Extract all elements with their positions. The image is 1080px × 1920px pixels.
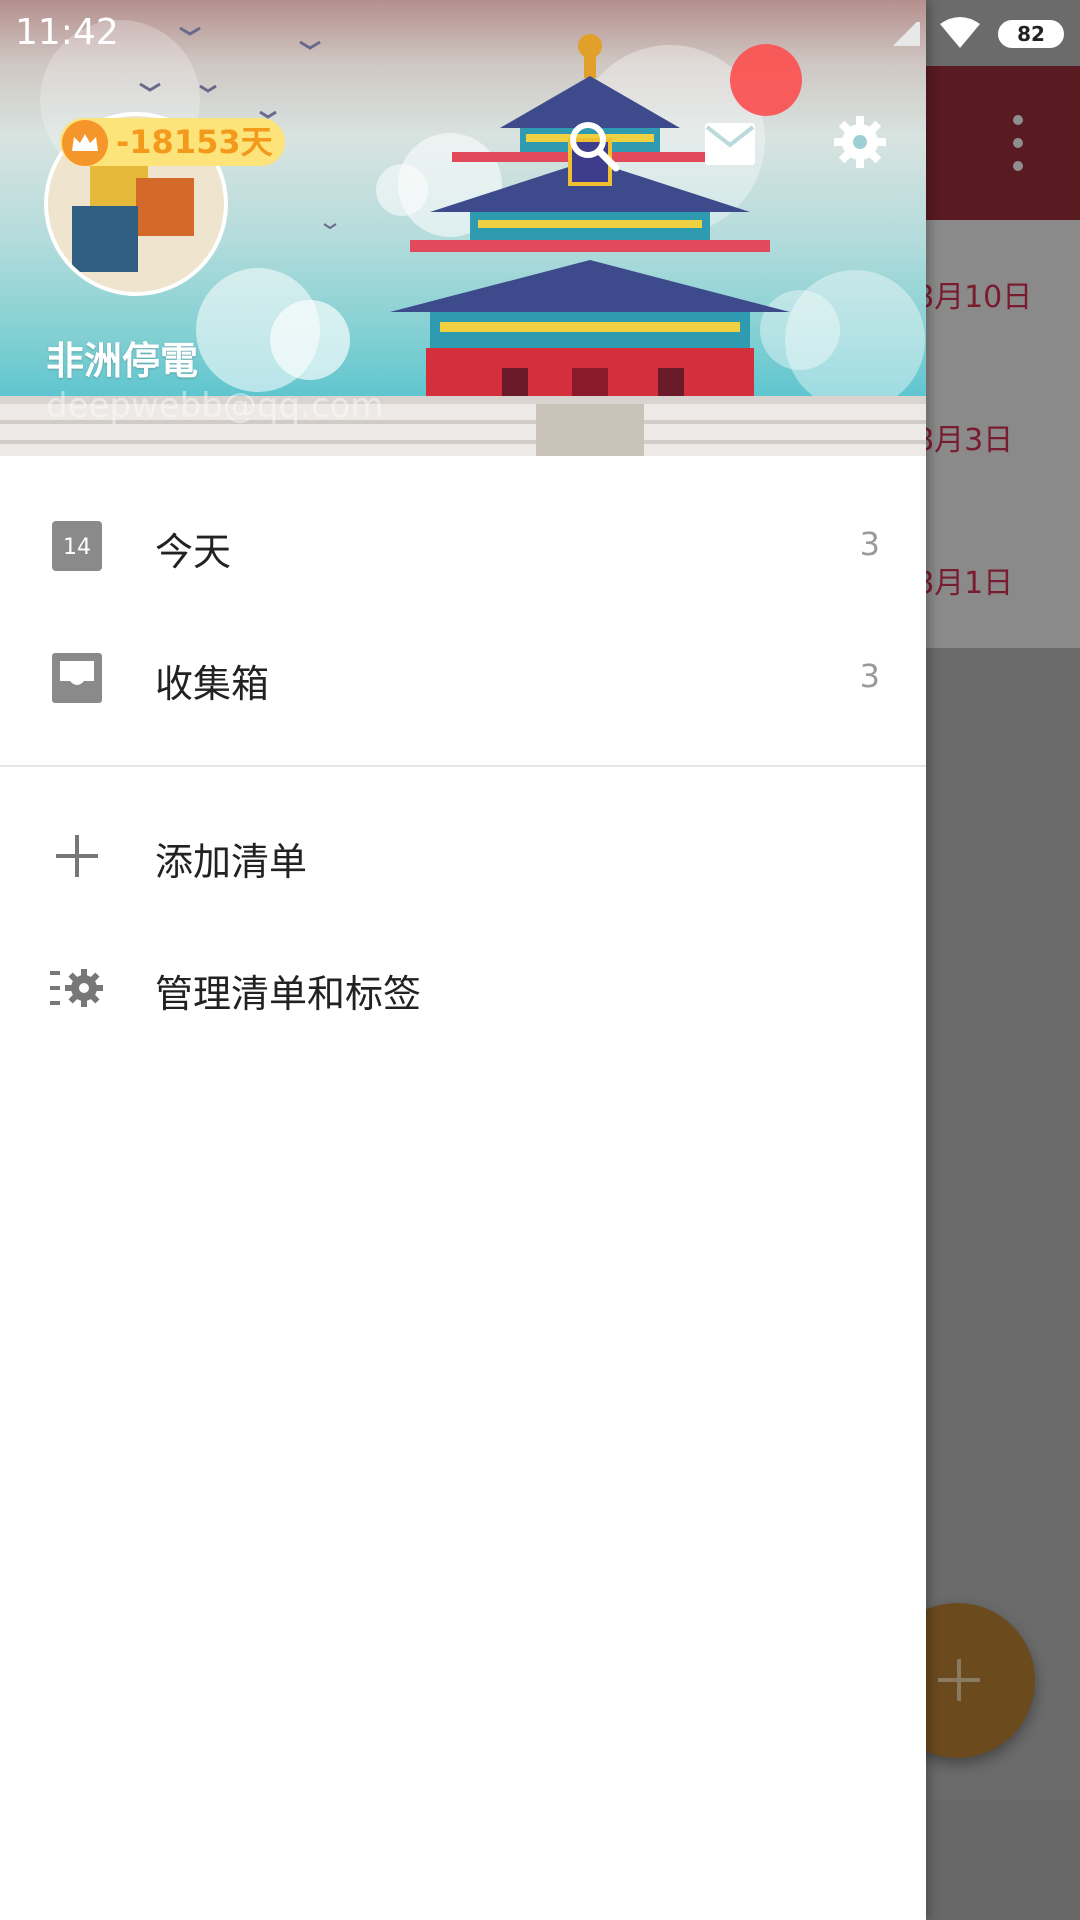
- menu-item-today[interactable]: 14 今天 3: [0, 481, 926, 611]
- battery-icon: 82: [998, 20, 1064, 48]
- wifi-icon: [940, 17, 980, 48]
- status-time: 11:42: [15, 12, 119, 53]
- signal-icon: [890, 22, 920, 46]
- background-date: 8月10日: [915, 280, 1033, 315]
- menu-divider: [0, 765, 926, 767]
- menu-item-manage[interactable]: 管理清单和标签: [0, 923, 926, 1053]
- menu-item-count: 3: [859, 657, 880, 695]
- messages-button[interactable]: [700, 114, 760, 174]
- gear-icon: [834, 116, 886, 168]
- more-options-icon[interactable]: [1000, 115, 1036, 171]
- manage-settings-icon: [50, 969, 103, 1007]
- inbox-icon: [52, 653, 102, 703]
- search-button[interactable]: [564, 116, 624, 176]
- settings-button[interactable]: [830, 112, 890, 172]
- drawer-header: -18153天 非洲停電 deepwebb@qq.com: [0, 0, 926, 456]
- status-bar: 11:42 82: [0, 0, 1080, 66]
- navigation-drawer: -18153天 非洲停電 deepwebb@qq.com 14 今天 3 收集箱…: [0, 0, 926, 1920]
- search-icon: [570, 122, 620, 172]
- mail-icon: [705, 123, 755, 165]
- menu-item-count: 3: [859, 525, 880, 563]
- plus-icon: [56, 835, 98, 877]
- user-email: deepwebb@qq.com: [46, 386, 384, 426]
- menu-item-label: 今天: [155, 530, 232, 574]
- menu-item-label: 管理清单和标签: [155, 972, 422, 1016]
- menu-item-label: 添加清单: [155, 840, 308, 884]
- menu-item-label: 收集箱: [155, 662, 270, 706]
- crown-icon: [62, 120, 108, 166]
- background-date: 8月3日: [915, 423, 1014, 458]
- calendar-icon: 14: [52, 521, 102, 571]
- menu-item-inbox[interactable]: 收集箱 3: [0, 613, 926, 743]
- username[interactable]: 非洲停電: [46, 330, 198, 385]
- background-date: 8月1日: [915, 566, 1014, 601]
- menu-item-add-list[interactable]: 添加清单: [0, 791, 926, 921]
